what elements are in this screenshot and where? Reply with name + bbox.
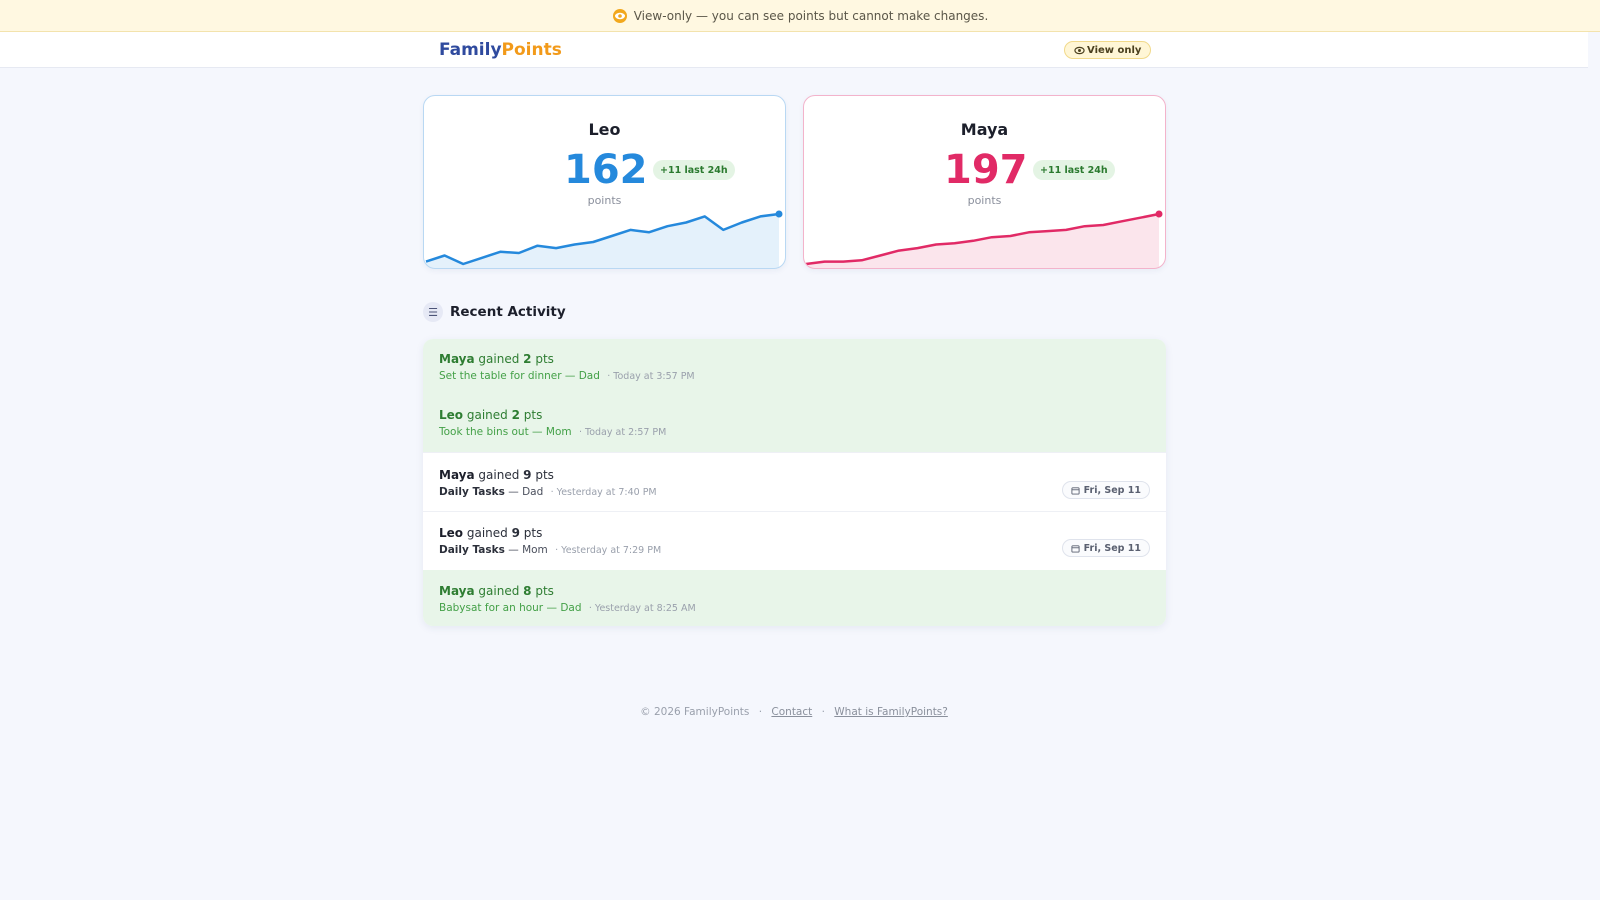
activity-summary: Leo gained 9 pts (439, 526, 542, 540)
separator: · (758, 706, 763, 718)
list-item: Maya gained 2 pts Set the table for dinn… (423, 339, 1166, 395)
timestamp: · Yesterday at 7:29 PM (555, 545, 662, 556)
list-item: Maya gained 8 pts Babysat for an hour — … (423, 570, 1166, 626)
view-only-banner: View-only — you can see points but canno… (0, 0, 1600, 32)
task-name: Babysat for an hour (439, 602, 544, 614)
eye-outline-icon (1074, 46, 1085, 54)
awarded-by: Dad (522, 486, 544, 498)
points-unit: pts (535, 584, 554, 598)
awarded-by: Mom (522, 544, 548, 556)
activity-detail: Set the table for dinner — Dad · Today a… (439, 370, 695, 382)
logo-points: Points (501, 40, 562, 60)
awarded-by: Dad (578, 370, 600, 382)
delta-badge: +11 last 24h (1033, 160, 1115, 180)
eye-icon (612, 8, 628, 24)
timestamp: · Today at 3:57 PM (607, 371, 695, 382)
activity-summary: Maya gained 2 pts (439, 352, 554, 366)
view-only-label: View only (1087, 44, 1142, 56)
activity-summary: Maya gained 8 pts (439, 584, 554, 598)
awarded-by: Mom (545, 426, 572, 438)
activity-detail: Babysat for an hour — Dad · Yesterday at… (439, 602, 696, 614)
task-name: Took the bins out (439, 426, 529, 438)
footer: © 2026 FamilyPoints · Contact · What is … (0, 706, 1588, 718)
verb: gained (466, 526, 508, 540)
points-unit: pts (535, 352, 554, 366)
activity-summary: Leo gained 2 pts (439, 408, 542, 422)
points-value: 9 (523, 468, 532, 482)
card-points: 162 (564, 147, 648, 193)
sparkline-endpoint (775, 210, 783, 218)
list-item: Leo gained 2 pts Took the bins out — Mom… (423, 395, 1166, 452)
logo[interactable]: FamilyPoints (439, 40, 562, 60)
points-value: 2 (523, 352, 532, 366)
activity-detail: Took the bins out — Mom · Today at 2:57 … (439, 426, 667, 438)
timestamp: · Today at 2:57 PM (578, 427, 667, 438)
timestamp: · Yesterday at 7:40 PM (550, 487, 657, 498)
logo-family: Family (439, 40, 502, 60)
points-unit: pts (523, 408, 543, 422)
card-name: Leo (588, 120, 621, 139)
points-value: 8 (523, 584, 532, 598)
about-link[interactable]: What is FamilyPoints? (834, 706, 948, 718)
activity-list: Maya gained 2 pts Set the table for dinn… (423, 339, 1166, 626)
list-item: Leo gained 9 pts Daily Tasks — Mom · Yes… (423, 511, 1166, 570)
activity-detail: Daily Tasks — Dad · Yesterday at 7:40 PM (439, 486, 657, 498)
card-points: 197 (944, 147, 1028, 193)
verb: gained (478, 468, 520, 482)
timestamp: · Yesterday at 8:25 AM (588, 603, 696, 614)
list-item: Maya gained 9 pts Daily Tasks — Dad · Ye… (423, 452, 1166, 511)
task-name: Daily Tasks (439, 486, 505, 498)
activity-summary: Maya gained 9 pts (439, 468, 554, 482)
task-name: Daily Tasks (439, 544, 505, 556)
points-value: 9 (511, 526, 520, 540)
points-unit: pts (523, 526, 543, 540)
verb: gained (466, 408, 508, 422)
person-name: Maya (439, 584, 475, 598)
sparkline-leo (425, 210, 783, 268)
separator: · (821, 706, 825, 718)
points-unit: pts (535, 468, 554, 482)
score-card-leo: Leo 162 +11 last 24h points (423, 95, 786, 269)
awarded-by: Dad (560, 602, 582, 614)
sparkline-area (426, 214, 779, 268)
list-icon: ☰ (423, 302, 443, 322)
date-badge: Fri, Sep 11 (1061, 539, 1150, 557)
delta-badge: +11 last 24h (653, 160, 735, 180)
person-name: Maya (439, 468, 475, 482)
person-name: Maya (439, 352, 475, 366)
sparkline-maya (805, 210, 1163, 268)
calendar-icon (1071, 544, 1080, 553)
date-label: Fri, Sep 11 (1083, 542, 1141, 554)
date-label: Fri, Sep 11 (1083, 484, 1141, 496)
copyright: © 2026 FamilyPoints (640, 706, 750, 718)
verb: gained (478, 584, 520, 598)
date-badge: Fri, Sep 11 (1061, 481, 1150, 499)
calendar-icon (1071, 486, 1080, 495)
person-name: Leo (439, 408, 464, 422)
person-name: Leo (439, 526, 464, 540)
recent-activity-header: ☰ Recent Activity (423, 302, 566, 322)
activity-detail: Daily Tasks — Mom · Yesterday at 7:29 PM (439, 544, 662, 556)
verb: gained (478, 352, 520, 366)
sparkline-endpoint (1155, 210, 1163, 218)
contact-link[interactable]: Contact (771, 706, 812, 718)
task-name: Set the table for dinner (439, 370, 562, 382)
banner-text: View-only — you can see points but canno… (633, 8, 989, 23)
top-bar: FamilyPoints View only (0, 32, 1588, 68)
points-value: 2 (511, 408, 520, 422)
view-only-badge: View only (1064, 41, 1152, 59)
card-name: Maya (960, 120, 1009, 139)
section-title: Recent Activity (450, 304, 566, 320)
score-card-maya: Maya 197 +11 last 24h points (803, 95, 1166, 269)
scrollbar-track[interactable] (1588, 32, 1600, 900)
